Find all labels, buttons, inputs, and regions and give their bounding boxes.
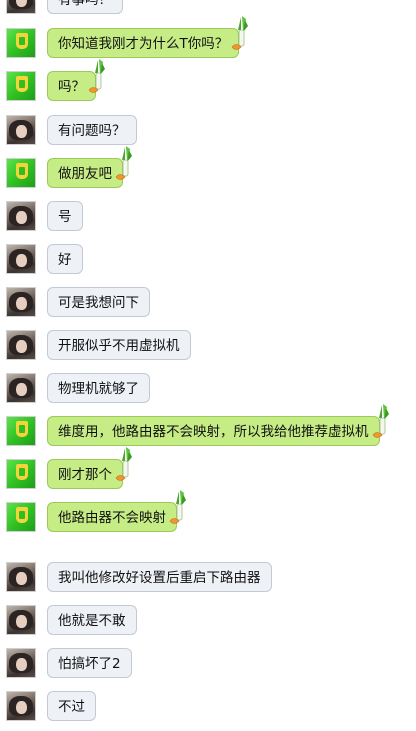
message-row: 吗？ bbox=[0, 59, 416, 111]
peer-avatar[interactable] bbox=[6, 287, 36, 317]
leek-sticker-icon bbox=[167, 490, 189, 530]
message-bubble[interactable]: 做朋友吧 bbox=[47, 158, 123, 188]
peer-avatar[interactable] bbox=[6, 330, 36, 360]
peer-avatar[interactable] bbox=[6, 0, 36, 14]
message-bubble[interactable]: 刚才那个 bbox=[47, 459, 123, 489]
avatar-face bbox=[16, 383, 27, 396]
message-row: 有问题吗？ bbox=[0, 115, 416, 155]
message-bubble[interactable]: 维度用，他路由器不会映射，所以我给他推荐虚拟机 bbox=[47, 416, 380, 446]
message-bubble[interactable]: 你知道我刚才为什么T你吗？ bbox=[47, 28, 240, 58]
peer-avatar[interactable] bbox=[6, 373, 36, 403]
message-bubble[interactable]: 有事吗？ bbox=[47, 0, 123, 14]
leek-sticker-icon bbox=[113, 146, 135, 186]
leek-sticker-icon bbox=[113, 447, 135, 487]
message-bubble[interactable]: 不过 bbox=[47, 691, 96, 721]
avatar-face bbox=[16, 254, 27, 267]
user-avatar[interactable] bbox=[6, 502, 36, 532]
app-logo-icon bbox=[16, 163, 28, 179]
message-row: 你知道我刚才为什么T你吗？ bbox=[0, 16, 416, 68]
message-bubble[interactable]: 号 bbox=[47, 201, 83, 231]
app-logo-icon bbox=[16, 421, 28, 437]
message-row: 号 bbox=[0, 201, 416, 241]
message-row: 开服似乎不用虚拟机 bbox=[0, 330, 416, 370]
chat-message-list[interactable]: 有事吗？ 你知道我刚才为什么T你吗？ 吗？ 有问题吗？ 做朋友吧 号 好 可是我… bbox=[0, 0, 416, 728]
avatar-face bbox=[16, 297, 27, 310]
peer-avatar[interactable] bbox=[6, 648, 36, 678]
message-bubble[interactable]: 可是我想问下 bbox=[47, 287, 150, 317]
peer-avatar[interactable] bbox=[6, 605, 36, 635]
app-logo-icon bbox=[16, 76, 28, 92]
avatar-face bbox=[16, 701, 27, 714]
avatar-face bbox=[16, 572, 27, 585]
peer-avatar[interactable] bbox=[6, 115, 36, 145]
message-row: 维度用，他路由器不会映射，所以我给他推荐虚拟机 bbox=[0, 404, 416, 456]
leek-sticker-icon bbox=[86, 59, 108, 99]
user-avatar[interactable] bbox=[6, 28, 36, 58]
message-row: 可是我想问下 bbox=[0, 287, 416, 327]
message-row: 不过 bbox=[0, 691, 416, 731]
message-bubble[interactable]: 他就是不敢 bbox=[47, 605, 137, 635]
avatar-face bbox=[16, 125, 27, 138]
leek-sticker-icon bbox=[370, 404, 392, 444]
avatar-face bbox=[16, 211, 27, 224]
message-bubble[interactable]: 怕搞坏了2 bbox=[47, 648, 132, 678]
user-avatar[interactable] bbox=[6, 459, 36, 489]
user-avatar[interactable] bbox=[6, 158, 36, 188]
user-avatar[interactable] bbox=[6, 71, 36, 101]
app-logo-icon bbox=[16, 464, 28, 480]
user-avatar[interactable] bbox=[6, 416, 36, 446]
message-bubble[interactable]: 他路由器不会映射 bbox=[47, 502, 177, 532]
message-row: 做朋友吧 bbox=[0, 146, 416, 198]
message-bubble[interactable]: 我叫他修改好设置后重启下路由器 bbox=[47, 562, 272, 592]
leek-sticker-icon bbox=[229, 16, 251, 56]
avatar-face bbox=[16, 615, 27, 628]
avatar-face bbox=[16, 340, 27, 353]
message-bubble[interactable]: 物理机就够了 bbox=[47, 373, 150, 403]
message-row: 我叫他修改好设置后重启下路由器 bbox=[0, 562, 416, 602]
message-row: 他路由器不会映射 bbox=[0, 490, 416, 542]
peer-avatar[interactable] bbox=[6, 691, 36, 721]
app-logo-icon bbox=[16, 507, 28, 523]
message-bubble[interactable]: 有问题吗？ bbox=[47, 115, 137, 145]
peer-avatar[interactable] bbox=[6, 201, 36, 231]
message-row: 刚才那个 bbox=[0, 447, 416, 499]
message-row: 有事吗？ bbox=[0, 0, 416, 24]
peer-avatar[interactable] bbox=[6, 562, 36, 592]
peer-avatar[interactable] bbox=[6, 244, 36, 274]
message-row: 他就是不敢 bbox=[0, 605, 416, 645]
message-bubble[interactable]: 开服似乎不用虚拟机 bbox=[47, 330, 191, 360]
message-bubble[interactable]: 好 bbox=[47, 244, 83, 274]
message-row: 好 bbox=[0, 244, 416, 284]
message-row: 怕搞坏了2 bbox=[0, 648, 416, 688]
avatar-face bbox=[16, 658, 27, 671]
message-row: 物理机就够了 bbox=[0, 373, 416, 413]
app-logo-icon bbox=[16, 33, 28, 49]
